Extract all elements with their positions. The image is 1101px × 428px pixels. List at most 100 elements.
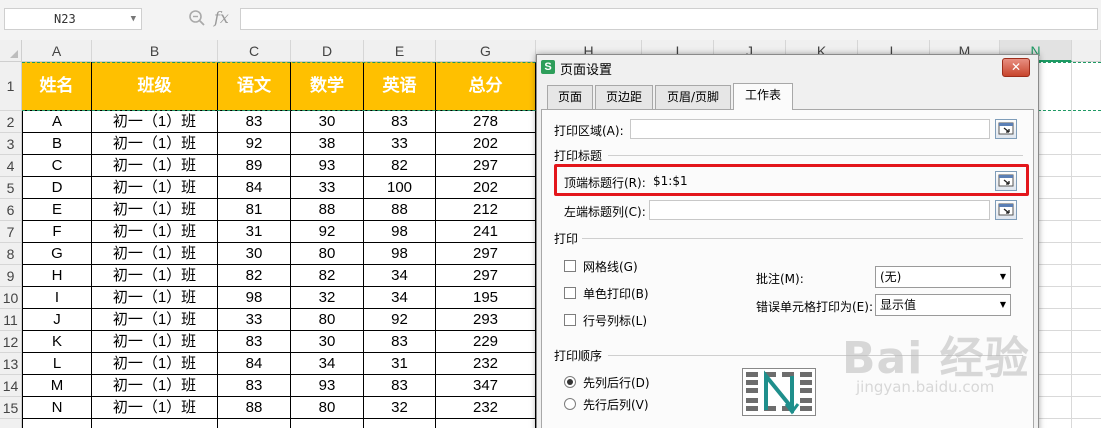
table-cell[interactable]: 初一（1）班 xyxy=(92,397,218,419)
left-cols-field[interactable] xyxy=(649,200,990,220)
table-cell[interactable]: 84 xyxy=(218,353,291,375)
tab-sheet[interactable]: 工作表 xyxy=(733,83,793,110)
row-header[interactable]: 9 xyxy=(0,265,22,287)
table-cell[interactable]: 33 xyxy=(291,177,364,199)
table-cell[interactable]: G xyxy=(22,243,92,265)
table-cell[interactable]: 80 xyxy=(291,243,364,265)
table-cell[interactable]: 34 xyxy=(291,353,364,375)
column-header-g[interactable]: G xyxy=(436,40,536,62)
formula-input[interactable] xyxy=(240,8,1098,30)
table-cell[interactable]: 34 xyxy=(364,287,436,309)
row-header[interactable]: 12 xyxy=(0,331,22,353)
table-cell[interactable]: 83 xyxy=(218,331,291,353)
table-cell[interactable] xyxy=(218,419,291,428)
table-cell[interactable]: 初一（1）班 xyxy=(92,287,218,309)
table-cell[interactable]: 初一（1）班 xyxy=(92,353,218,375)
table-cell[interactable]: 84 xyxy=(218,177,291,199)
table-cell[interactable]: 30 xyxy=(291,331,364,353)
row-header[interactable]: 14 xyxy=(0,375,22,397)
table-cell[interactable]: 232 xyxy=(436,397,536,419)
column-header-e[interactable]: E xyxy=(364,40,436,62)
tab-margins[interactable]: 页边距 xyxy=(595,85,653,109)
column-header-b[interactable]: B xyxy=(92,40,218,62)
table-cell[interactable]: 297 xyxy=(436,265,536,287)
table-cell[interactable]: 88 xyxy=(291,199,364,221)
table-cell[interactable]: 278 xyxy=(436,111,536,133)
table-cell[interactable]: 93 xyxy=(291,155,364,177)
mono-print-checkbox[interactable] xyxy=(564,287,576,299)
row-header[interactable]: 7 xyxy=(0,221,22,243)
table-cell[interactable]: 初一（1）班 xyxy=(92,177,218,199)
table-cell[interactable]: 初一（1）班 xyxy=(92,309,218,331)
row-col-headers-checkbox[interactable] xyxy=(564,314,576,326)
header-cell-chinese[interactable]: 语文 xyxy=(218,62,291,111)
row-header[interactable]: 4 xyxy=(0,155,22,177)
table-cell[interactable]: 93 xyxy=(291,375,364,397)
table-cell[interactable]: 89 xyxy=(218,155,291,177)
table-cell[interactable]: 98 xyxy=(364,243,436,265)
row-header[interactable]: 6 xyxy=(0,199,22,221)
table-cell[interactable] xyxy=(436,419,536,428)
row-header[interactable]: 13 xyxy=(0,353,22,375)
table-cell[interactable]: 88 xyxy=(218,397,291,419)
column-header-a[interactable]: A xyxy=(22,40,92,62)
table-cell[interactable]: 297 xyxy=(436,155,536,177)
row-header[interactable]: 11 xyxy=(0,309,22,331)
row-header[interactable]: 3 xyxy=(0,133,22,155)
header-cell-name[interactable]: 姓名 xyxy=(22,62,92,111)
tab-page[interactable]: 页面 xyxy=(547,85,593,109)
table-cell[interactable]: 83 xyxy=(364,331,436,353)
table-cell[interactable]: 195 xyxy=(436,287,536,309)
table-cell[interactable]: 293 xyxy=(436,309,536,331)
table-cell[interactable]: 88 xyxy=(364,199,436,221)
close-button[interactable]: ✕ xyxy=(1002,58,1030,77)
table-cell[interactable]: 31 xyxy=(218,221,291,243)
tab-header-footer[interactable]: 页眉/页脚 xyxy=(655,85,731,109)
table-cell[interactable]: 297 xyxy=(436,243,536,265)
dialog-title-bar[interactable]: S 页面设置 ✕ xyxy=(537,55,1038,81)
table-cell[interactable]: 初一（1）班 xyxy=(92,133,218,155)
header-cell-class[interactable]: 班级 xyxy=(92,62,218,111)
table-cell[interactable]: B xyxy=(22,133,92,155)
table-cell[interactable]: 82 xyxy=(364,155,436,177)
select-all-corner[interactable] xyxy=(0,40,22,62)
print-area-ref-button[interactable] xyxy=(995,119,1017,139)
table-cell[interactable]: 229 xyxy=(436,331,536,353)
table-cell[interactable]: M xyxy=(22,375,92,397)
table-cell[interactable]: 81 xyxy=(218,199,291,221)
column-header-c[interactable]: C xyxy=(218,40,291,62)
print-area-field[interactable] xyxy=(630,119,990,139)
table-cell[interactable]: 98 xyxy=(364,221,436,243)
row-header[interactable]: 5 xyxy=(0,177,22,199)
left-cols-ref-button[interactable] xyxy=(995,200,1017,220)
table-cell[interactable]: E xyxy=(22,199,92,221)
header-cell-total[interactable]: 总分 xyxy=(436,62,536,111)
table-cell[interactable]: 初一（1）班 xyxy=(92,221,218,243)
table-cell[interactable]: 92 xyxy=(218,133,291,155)
table-cell[interactable]: 83 xyxy=(218,375,291,397)
table-cell[interactable]: 初一（1）班 xyxy=(92,155,218,177)
column-header-blank[interactable] xyxy=(1072,40,1101,62)
table-cell[interactable] xyxy=(22,419,92,428)
table-cell[interactable]: K xyxy=(22,331,92,353)
table-cell[interactable]: 初一（1）班 xyxy=(92,331,218,353)
row-header[interactable]: 8 xyxy=(0,243,22,265)
table-cell[interactable]: 82 xyxy=(291,265,364,287)
table-cell[interactable]: 33 xyxy=(218,309,291,331)
name-box[interactable]: N23 ▼ xyxy=(4,8,142,30)
table-cell[interactable] xyxy=(92,419,218,428)
header-cell-math[interactable]: 数学 xyxy=(291,62,364,111)
comments-select[interactable]: (无) ▼ xyxy=(875,266,1011,288)
table-cell[interactable]: 80 xyxy=(291,309,364,331)
down-then-over-radio[interactable] xyxy=(564,376,576,388)
table-cell[interactable]: N xyxy=(22,397,92,419)
over-then-down-radio[interactable] xyxy=(564,398,576,410)
table-cell[interactable]: 初一（1）班 xyxy=(92,265,218,287)
chevron-down-icon[interactable]: ▼ xyxy=(131,9,136,29)
header-cell-english[interactable]: 英语 xyxy=(364,62,436,111)
table-cell[interactable]: J xyxy=(22,309,92,331)
table-cell[interactable]: 83 xyxy=(364,375,436,397)
table-cell[interactable]: 80 xyxy=(291,397,364,419)
function-icon[interactable]: fx xyxy=(214,8,229,27)
table-cell[interactable]: A xyxy=(22,111,92,133)
